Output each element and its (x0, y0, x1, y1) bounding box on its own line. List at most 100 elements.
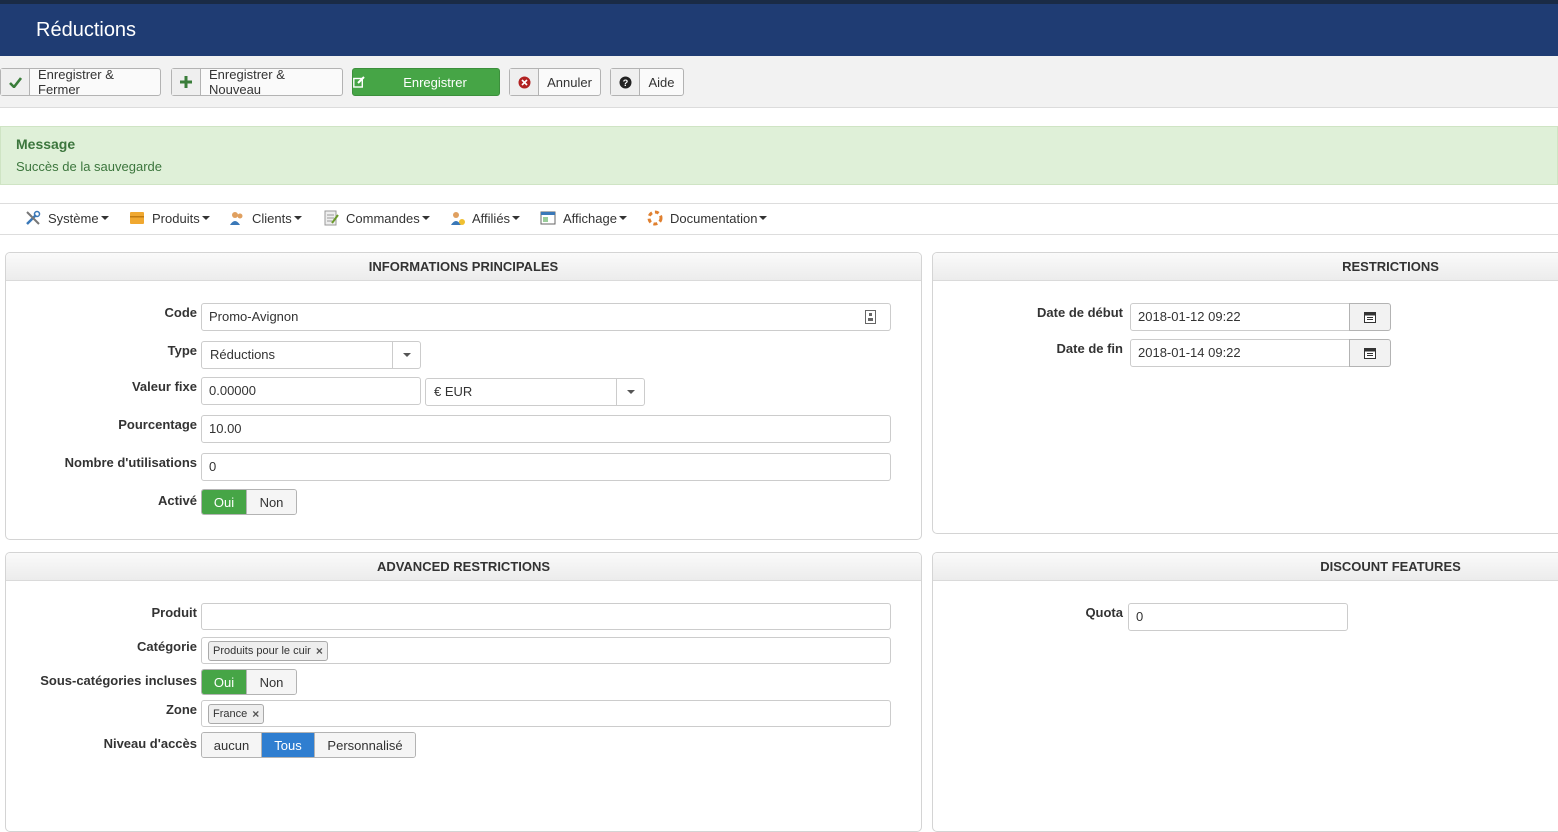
menu-produits[interactable]: Produits (129, 210, 210, 226)
code-value: Promo-Avignon (209, 309, 299, 324)
display-window-icon (540, 210, 556, 226)
type-value: Réductions (210, 347, 276, 362)
subcategories-yes-button[interactable]: Oui (202, 670, 247, 694)
active-label: Activé (157, 493, 197, 508)
currency-value: € EUR (434, 384, 473, 399)
calendar-icon (1364, 311, 1376, 323)
remove-tag-icon[interactable]: × (316, 644, 323, 658)
zone-input[interactable]: France × (201, 700, 891, 727)
page-title: Réductions (36, 19, 137, 41)
restrictions-title: RESTRICTIONS (933, 253, 1558, 281)
menu-affichage[interactable]: Affichage (540, 210, 627, 226)
subcategories-label: Sous-catégories incluses (40, 673, 197, 688)
product-box-icon (129, 210, 145, 226)
advanced-restrictions-panel: ADVANCED RESTRICTIONS Produit Catégorie … (5, 552, 922, 832)
fixed-value-input[interactable]: 0.00000 (201, 377, 421, 405)
chevron-down-icon (616, 379, 644, 405)
end-date-label: Date de fin (1056, 341, 1123, 356)
calendar-icon (1364, 347, 1376, 359)
cancel-button[interactable]: Annuler (509, 68, 601, 96)
start-date-label: Date de début (1037, 305, 1123, 320)
chevron-down-icon (759, 216, 768, 220)
help-button[interactable]: ? Aide (610, 68, 684, 96)
access-level-label: Niveau d'accès (103, 736, 197, 751)
features-title-text: DISCOUNT FEATURES (1320, 559, 1461, 574)
active-yes-button[interactable]: Oui (202, 490, 247, 514)
zone-label: Zone (165, 702, 197, 717)
menu-produits-label: Produits (152, 210, 200, 226)
active-toggle[interactable]: Oui Non (201, 489, 297, 515)
end-date-input[interactable]: 2018-01-14 09:22 (1130, 339, 1350, 367)
chevron-down-icon (618, 216, 627, 220)
percent-input[interactable]: 10.00 (201, 415, 891, 443)
type-label: Type (167, 343, 197, 358)
subcategories-no-button[interactable]: Non (247, 670, 296, 694)
uses-label: Nombre d'utilisations (64, 455, 197, 470)
code-generate-icon[interactable] (865, 310, 876, 324)
success-message: Message Succès de la sauvegarde (0, 126, 1558, 185)
cancel-label: Annuler (547, 74, 592, 90)
active-no-button[interactable]: Non (247, 490, 296, 514)
save-label: Enregistrer (403, 74, 467, 90)
message-text: Succès de la sauvegarde (16, 159, 162, 174)
menu-commandes[interactable]: Commandes (323, 210, 430, 226)
restrictions-title-text: RESTRICTIONS (1342, 259, 1439, 274)
check-icon (1, 69, 30, 95)
menu-systeme[interactable]: Système (25, 210, 109, 226)
access-level-toggle[interactable]: aucun Tous Personnalisé (201, 732, 416, 758)
fixed-value: 0.00000 (209, 383, 256, 398)
toolbar: Enregistrer & Fermer Enregistrer & Nouve… (0, 56, 1558, 108)
orders-icon (323, 210, 339, 226)
edit-icon (353, 76, 365, 88)
affiliates-icon (449, 210, 465, 226)
cancel-circle-icon (510, 69, 539, 95)
save-close-button[interactable]: Enregistrer & Fermer (0, 67, 161, 97)
quota-input[interactable]: 0 (1128, 603, 1348, 631)
menu-documentation[interactable]: Documentation (647, 210, 768, 226)
save-close-label: Enregistrer & Fermer (38, 67, 114, 97)
start-date-value: 2018-01-12 09:22 (1138, 309, 1241, 324)
uses-input[interactable]: 0 (201, 453, 891, 481)
save-button[interactable]: Enregistrer (352, 68, 500, 96)
save-new-button[interactable]: Enregistrer & Nouveau (171, 67, 343, 97)
help-label: Aide (648, 74, 675, 90)
code-label: Code (164, 305, 198, 320)
menu-affilies[interactable]: Affiliés (449, 210, 521, 226)
users-icon (229, 210, 245, 226)
zone-tag-label: France (213, 708, 248, 720)
features-title: DISCOUNT FEATURES (933, 553, 1558, 581)
currency-select[interactable]: € EUR (425, 378, 645, 406)
product-input[interactable] (201, 603, 891, 630)
chevron-down-icon (100, 216, 109, 220)
menu-clients-label: Clients (252, 210, 292, 226)
component-menu: Système Produits Clients Commandes Affil… (0, 203, 1558, 235)
remove-tag-icon[interactable]: × (252, 707, 259, 721)
chevron-down-icon (293, 216, 302, 220)
uses-value: 0 (209, 459, 217, 474)
code-input[interactable]: Promo-Avignon (201, 303, 891, 331)
product-label: Produit (151, 605, 198, 620)
advanced-title: ADVANCED RESTRICTIONS (6, 553, 921, 581)
start-date-input[interactable]: 2018-01-12 09:22 (1130, 303, 1350, 331)
main-info-panel: INFORMATIONS PRINCIPALES Code Promo-Avig… (5, 252, 922, 540)
zone-tag: France × (208, 704, 265, 724)
chevron-down-icon (421, 216, 430, 220)
menu-clients[interactable]: Clients (229, 210, 302, 226)
type-select[interactable]: Réductions (201, 341, 421, 369)
chevron-down-icon (392, 342, 420, 368)
access-custom-button[interactable]: Personnalisé (315, 733, 415, 757)
percent-value: 10.00 (209, 421, 242, 436)
save-new-label: Enregistrer & Nouveau (209, 67, 285, 97)
menu-systeme-label: Système (48, 210, 99, 226)
access-none-button[interactable]: aucun (202, 733, 262, 757)
menu-commandes-label: Commandes (346, 210, 420, 226)
start-date-calendar-button[interactable] (1349, 303, 1391, 331)
subcategories-toggle[interactable]: Oui Non (201, 669, 297, 695)
fixed-value-label: Valeur fixe (131, 379, 197, 394)
menu-affichage-label: Affichage (563, 210, 617, 226)
question-circle-icon: ? (611, 69, 640, 95)
category-input[interactable]: Produits pour le cuir × (201, 637, 891, 664)
end-date-calendar-button[interactable] (1349, 339, 1391, 367)
access-all-button[interactable]: Tous (262, 733, 315, 757)
plus-icon (172, 69, 201, 95)
